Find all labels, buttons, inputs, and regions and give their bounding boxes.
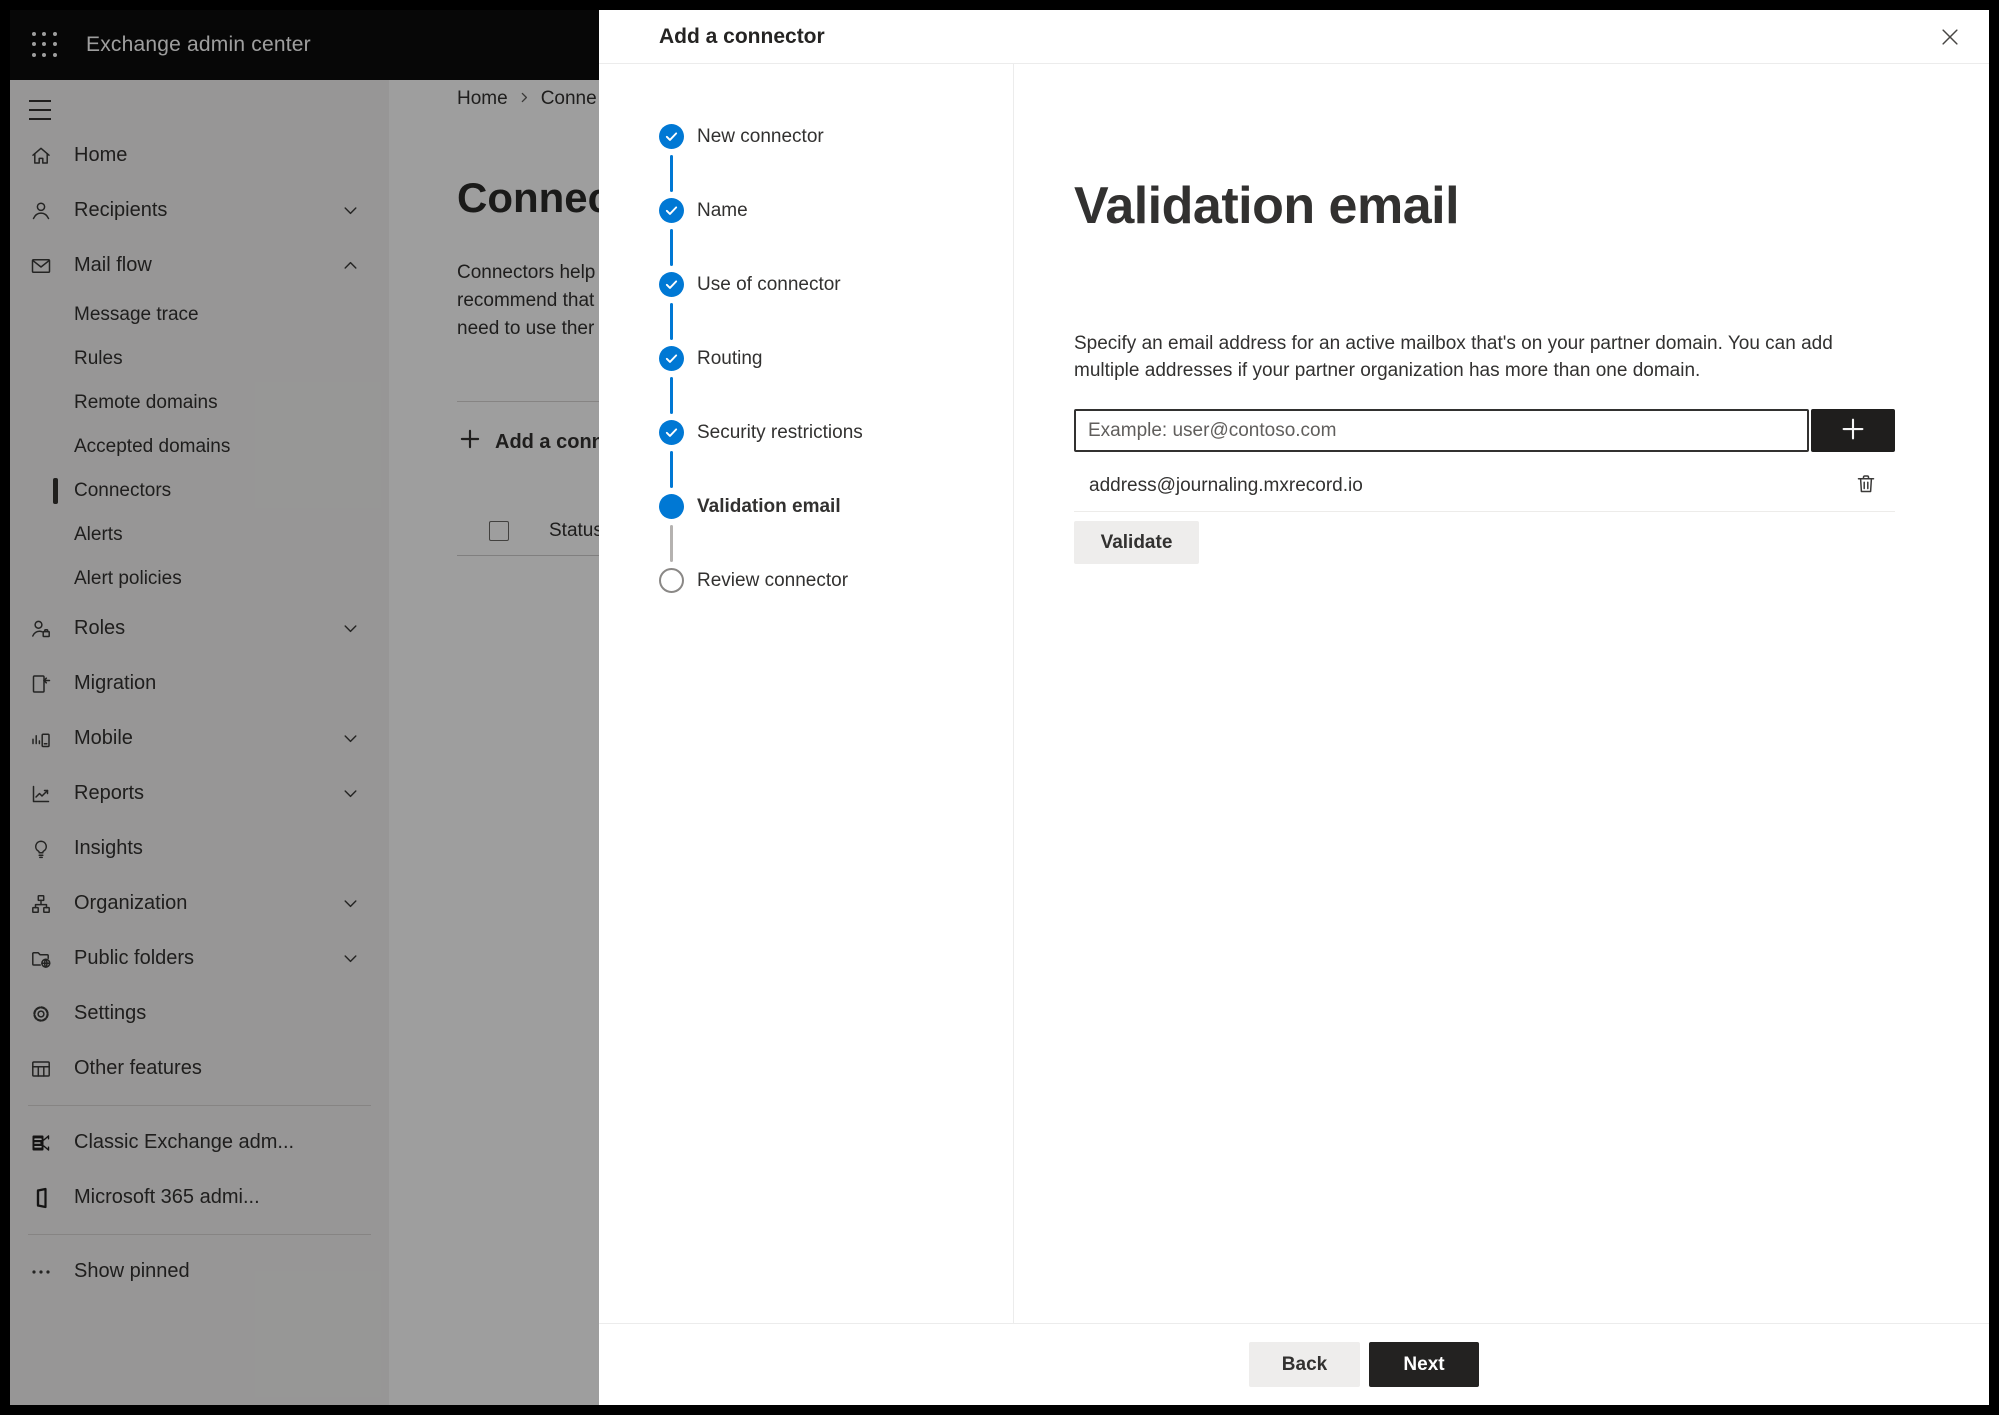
step-label: Use of connector (697, 273, 841, 295)
step-description-line: Specify an email address for an active m… (1074, 333, 1833, 354)
dialog-footer: Back Next (599, 1323, 1989, 1405)
step-description: Specify an email address for an active m… (1074, 330, 1989, 384)
step-label: Review connector (697, 569, 849, 591)
next-button[interactable]: Next (1369, 1342, 1479, 1387)
step-label: Validation email (697, 495, 841, 517)
step-circle (659, 124, 684, 149)
address-list-item: address@journaling.mxrecord.io (1074, 460, 1895, 512)
delete-address-button[interactable] (1853, 473, 1879, 499)
address-value: address@journaling.mxrecord.io (1089, 474, 1363, 496)
wizard-step: Review connector (659, 568, 1013, 642)
step-circle (659, 494, 684, 519)
step-label: Name (697, 199, 748, 221)
dialog-title: Add a connector (659, 24, 825, 48)
plus-icon (1838, 414, 1868, 447)
step-label: Security restrictions (697, 421, 863, 443)
wizard-step: New connector (659, 124, 1013, 198)
app-frame: Exchange admin center Home Recipients Ma… (10, 10, 1989, 1405)
trash-icon (1854, 472, 1878, 499)
validate-button[interactable]: Validate (1074, 521, 1199, 564)
wizard-steps: New connector Name Use of connector Rout… (599, 64, 1014, 1323)
step-content: Validation email Specify an email addres… (1014, 64, 1989, 1323)
back-button[interactable]: Back (1249, 1342, 1360, 1387)
step-description-line: multiple addresses if your partner organ… (1074, 360, 1701, 381)
step-circle (659, 420, 684, 445)
wizard-step: Security restrictions (659, 420, 1013, 494)
step-circle (659, 346, 684, 371)
step-circle (659, 568, 684, 593)
wizard-step: Routing (659, 346, 1013, 420)
add-email-button[interactable] (1811, 409, 1895, 452)
step-circle (659, 272, 684, 297)
step-circle (659, 198, 684, 223)
wizard-step: Validation email (659, 494, 1013, 568)
step-label: Routing (697, 347, 763, 369)
wizard-step: Name (659, 198, 1013, 272)
step-label: New connector (697, 125, 824, 147)
validation-email-input[interactable] (1074, 409, 1809, 452)
step-heading: Validation email (1074, 177, 1460, 235)
address-list: address@journaling.mxrecord.io (1074, 460, 1989, 512)
add-connector-dialog: Add a connector New connector Name Use o… (599, 10, 1989, 1405)
dialog-header: Add a connector (599, 10, 1989, 64)
wizard-step: Use of connector (659, 272, 1013, 346)
close-icon[interactable] (1933, 20, 1967, 54)
